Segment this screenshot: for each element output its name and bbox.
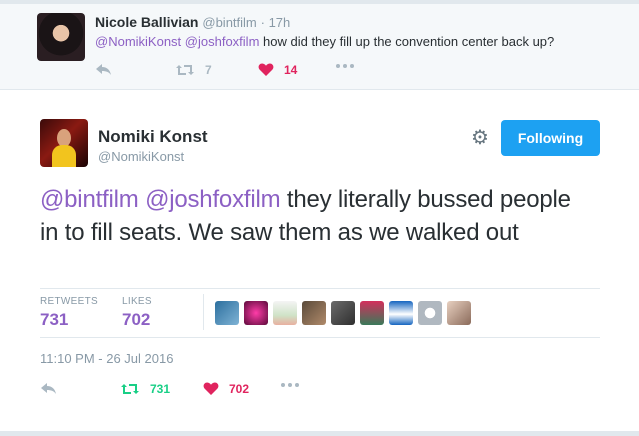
bottom-divider: [0, 431, 639, 436]
liker-avatar[interactable]: [273, 301, 297, 325]
divider: [40, 288, 600, 289]
more-button[interactable]: [335, 63, 355, 69]
liker-avatar[interactable]: [331, 301, 355, 325]
retweet-count: 731: [150, 382, 171, 396]
tweet-actions: 731 702: [40, 382, 340, 402]
tweet-time[interactable]: · 17h: [261, 15, 291, 30]
like-button[interactable]: 702: [203, 382, 249, 396]
more-icon: [336, 64, 354, 68]
parent-tweet[interactable]: Nicole Ballivian @bintfilm · 17h @Nomiki…: [0, 4, 639, 90]
author-line: Nicole Ballivian @bintfilm · 17h: [95, 14, 290, 30]
divider: [40, 337, 600, 338]
like-count: 702: [229, 382, 250, 396]
author-handle[interactable]: @bintfilm: [202, 15, 256, 30]
liker-avatar[interactable]: [389, 301, 413, 325]
retweet-icon: [176, 65, 194, 75]
liker-avatar[interactable]: [360, 301, 384, 325]
likes-stat[interactable]: LIKES 702: [122, 296, 152, 330]
heart-icon: [203, 382, 219, 395]
gear-icon[interactable]: ⚙: [470, 128, 490, 148]
following-button[interactable]: Following: [501, 120, 600, 156]
avatar[interactable]: [40, 119, 88, 167]
reply-button[interactable]: [95, 63, 113, 77]
author-name[interactable]: Nomiki Konst: [98, 127, 208, 147]
mention-link[interactable]: @joshfoxfilm: [145, 186, 281, 213]
mention-link[interactable]: @NomikiKonst: [95, 34, 181, 49]
liker-avatars: [215, 301, 476, 325]
reply-icon: [96, 64, 111, 75]
liker-avatar[interactable]: [447, 301, 471, 325]
avatar-body: [52, 145, 76, 167]
retweet-button[interactable]: 731: [120, 382, 170, 396]
retweets-count: 731: [40, 310, 69, 329]
retweet-button[interactable]: 7: [175, 63, 212, 77]
reply-button[interactable]: [40, 382, 58, 396]
tweet-actions: 7 14: [95, 63, 395, 81]
author-handle[interactable]: @NomikiKonst: [98, 149, 184, 164]
likes-count: 702: [122, 310, 151, 329]
retweets-stat[interactable]: RETWEETS 731: [40, 296, 98, 330]
retweet-icon: [121, 384, 139, 394]
heart-icon: [258, 63, 274, 76]
liker-avatar[interactable]: [215, 301, 239, 325]
avatar[interactable]: [37, 13, 85, 61]
reply-icon: [41, 383, 56, 394]
divider: [203, 294, 204, 330]
author-name[interactable]: Nicole Ballivian: [95, 14, 198, 30]
tweet-text: @NomikiKonst @joshfoxfilm how did they f…: [95, 34, 554, 49]
more-icon: [281, 383, 299, 387]
tweet-text: @bintfilm @joshfoxfilm they literally bu…: [40, 183, 580, 249]
tweet-timestamp[interactable]: 11:10 PM - 26 Jul 2016: [40, 351, 173, 366]
liker-avatar[interactable]: [244, 301, 268, 325]
liker-avatar[interactable]: [418, 301, 442, 325]
mention-link[interactable]: @joshfoxfilm: [185, 34, 260, 49]
more-button[interactable]: [280, 382, 300, 388]
retweet-count: 7: [205, 63, 212, 77]
like-count: 14: [284, 63, 298, 77]
mention-link[interactable]: @bintfilm: [40, 186, 139, 213]
likes-label: LIKES: [122, 296, 152, 307]
liker-avatar[interactable]: [302, 301, 326, 325]
tweet-body: how did they fill up the convention cent…: [259, 34, 555, 49]
main-tweet: Nomiki Konst @NomikiKonst ⚙ Following @b…: [0, 91, 639, 436]
like-button[interactable]: 14: [258, 63, 297, 77]
retweets-label: RETWEETS: [40, 296, 98, 307]
